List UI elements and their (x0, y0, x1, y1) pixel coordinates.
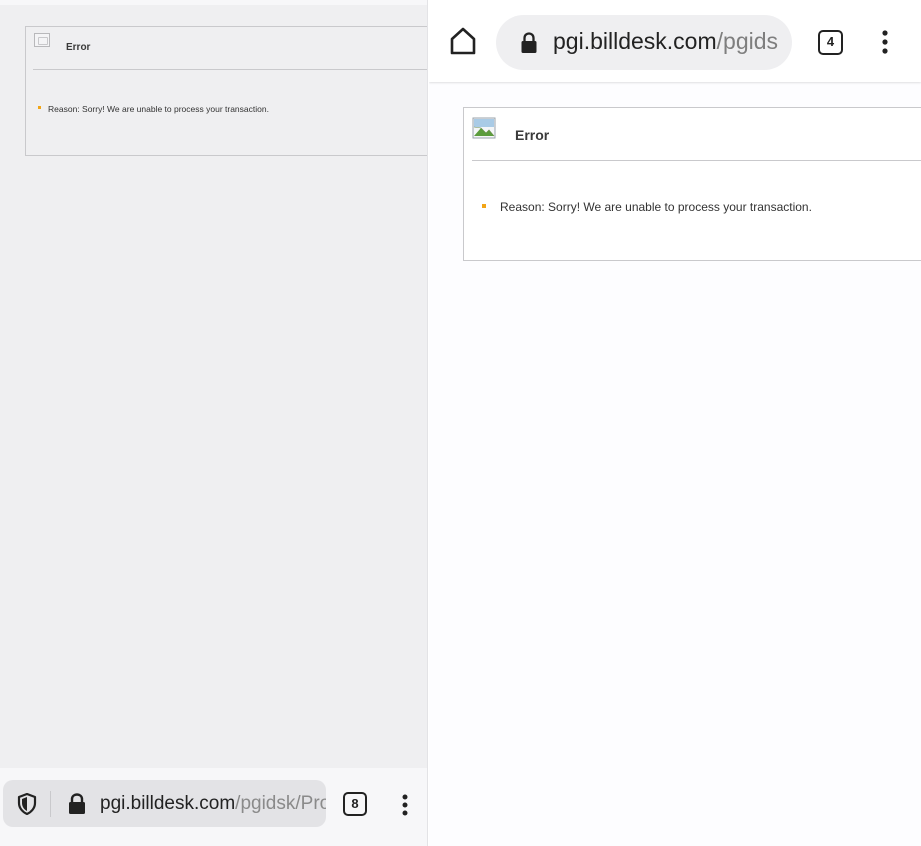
right-error-title: Error (515, 127, 550, 143)
right-error-reason: Reason: Sorry! We are unable to process … (500, 200, 812, 214)
split-screen: Error Reason: Sorry! We are unable to pr… (0, 0, 921, 846)
right-reason-bullet (482, 204, 486, 208)
broken-image-icon (34, 33, 50, 47)
address-bar-separator (50, 791, 51, 817)
left-url-path: /pgidsk/Pro (235, 793, 326, 814)
left-url-text[interactable]: pgi.billdesk.com/pgidsk/Pro (100, 793, 326, 815)
more-vert-icon[interactable] (402, 794, 408, 816)
left-bottom-toolbar: pgi.billdesk.com/pgidsk/Pro 8 (0, 768, 428, 846)
lock-icon[interactable] (67, 793, 87, 815)
left-error-divider (33, 69, 428, 70)
split-divider[interactable] (427, 0, 428, 846)
right-url-host: pgi.billdesk.com (553, 28, 717, 54)
home-icon[interactable] (449, 26, 477, 56)
right-top-toolbar: pgi.billdesk.com/pgids 4 (429, 0, 921, 82)
lock-icon[interactable] (520, 32, 538, 54)
left-error-header: Error (26, 27, 428, 70)
tab-switcher-button[interactable]: 8 (343, 792, 367, 816)
right-url-text[interactable]: pgi.billdesk.com/pgids (553, 28, 789, 55)
right-browser-window: pgi.billdesk.com/pgids 4 Error Reason: S… (429, 0, 921, 846)
left-error-reason: Reason: Sorry! We are unable to process … (48, 104, 269, 114)
right-url-path: /pgids (716, 28, 779, 54)
broken-image-icon (472, 117, 496, 139)
right-error-divider (472, 160, 921, 161)
tab-switcher-button[interactable]: 4 (818, 30, 843, 55)
left-error-panel: Error Reason: Sorry! We are unable to pr… (25, 26, 428, 156)
right-address-bar[interactable]: pgi.billdesk.com/pgids (496, 15, 792, 70)
left-url-host: pgi.billdesk.com (100, 793, 236, 814)
left-top-strip (0, 0, 428, 5)
left-browser-window: Error Reason: Sorry! We are unable to pr… (0, 0, 428, 846)
left-error-title: Error (66, 42, 91, 53)
shield-icon[interactable] (17, 793, 37, 815)
right-error-panel: Error Reason: Sorry! We are unable to pr… (463, 107, 921, 261)
left-reason-bullet (38, 106, 41, 109)
more-vert-icon[interactable] (882, 30, 888, 54)
left-address-bar[interactable]: pgi.billdesk.com/pgidsk/Pro (3, 780, 326, 827)
